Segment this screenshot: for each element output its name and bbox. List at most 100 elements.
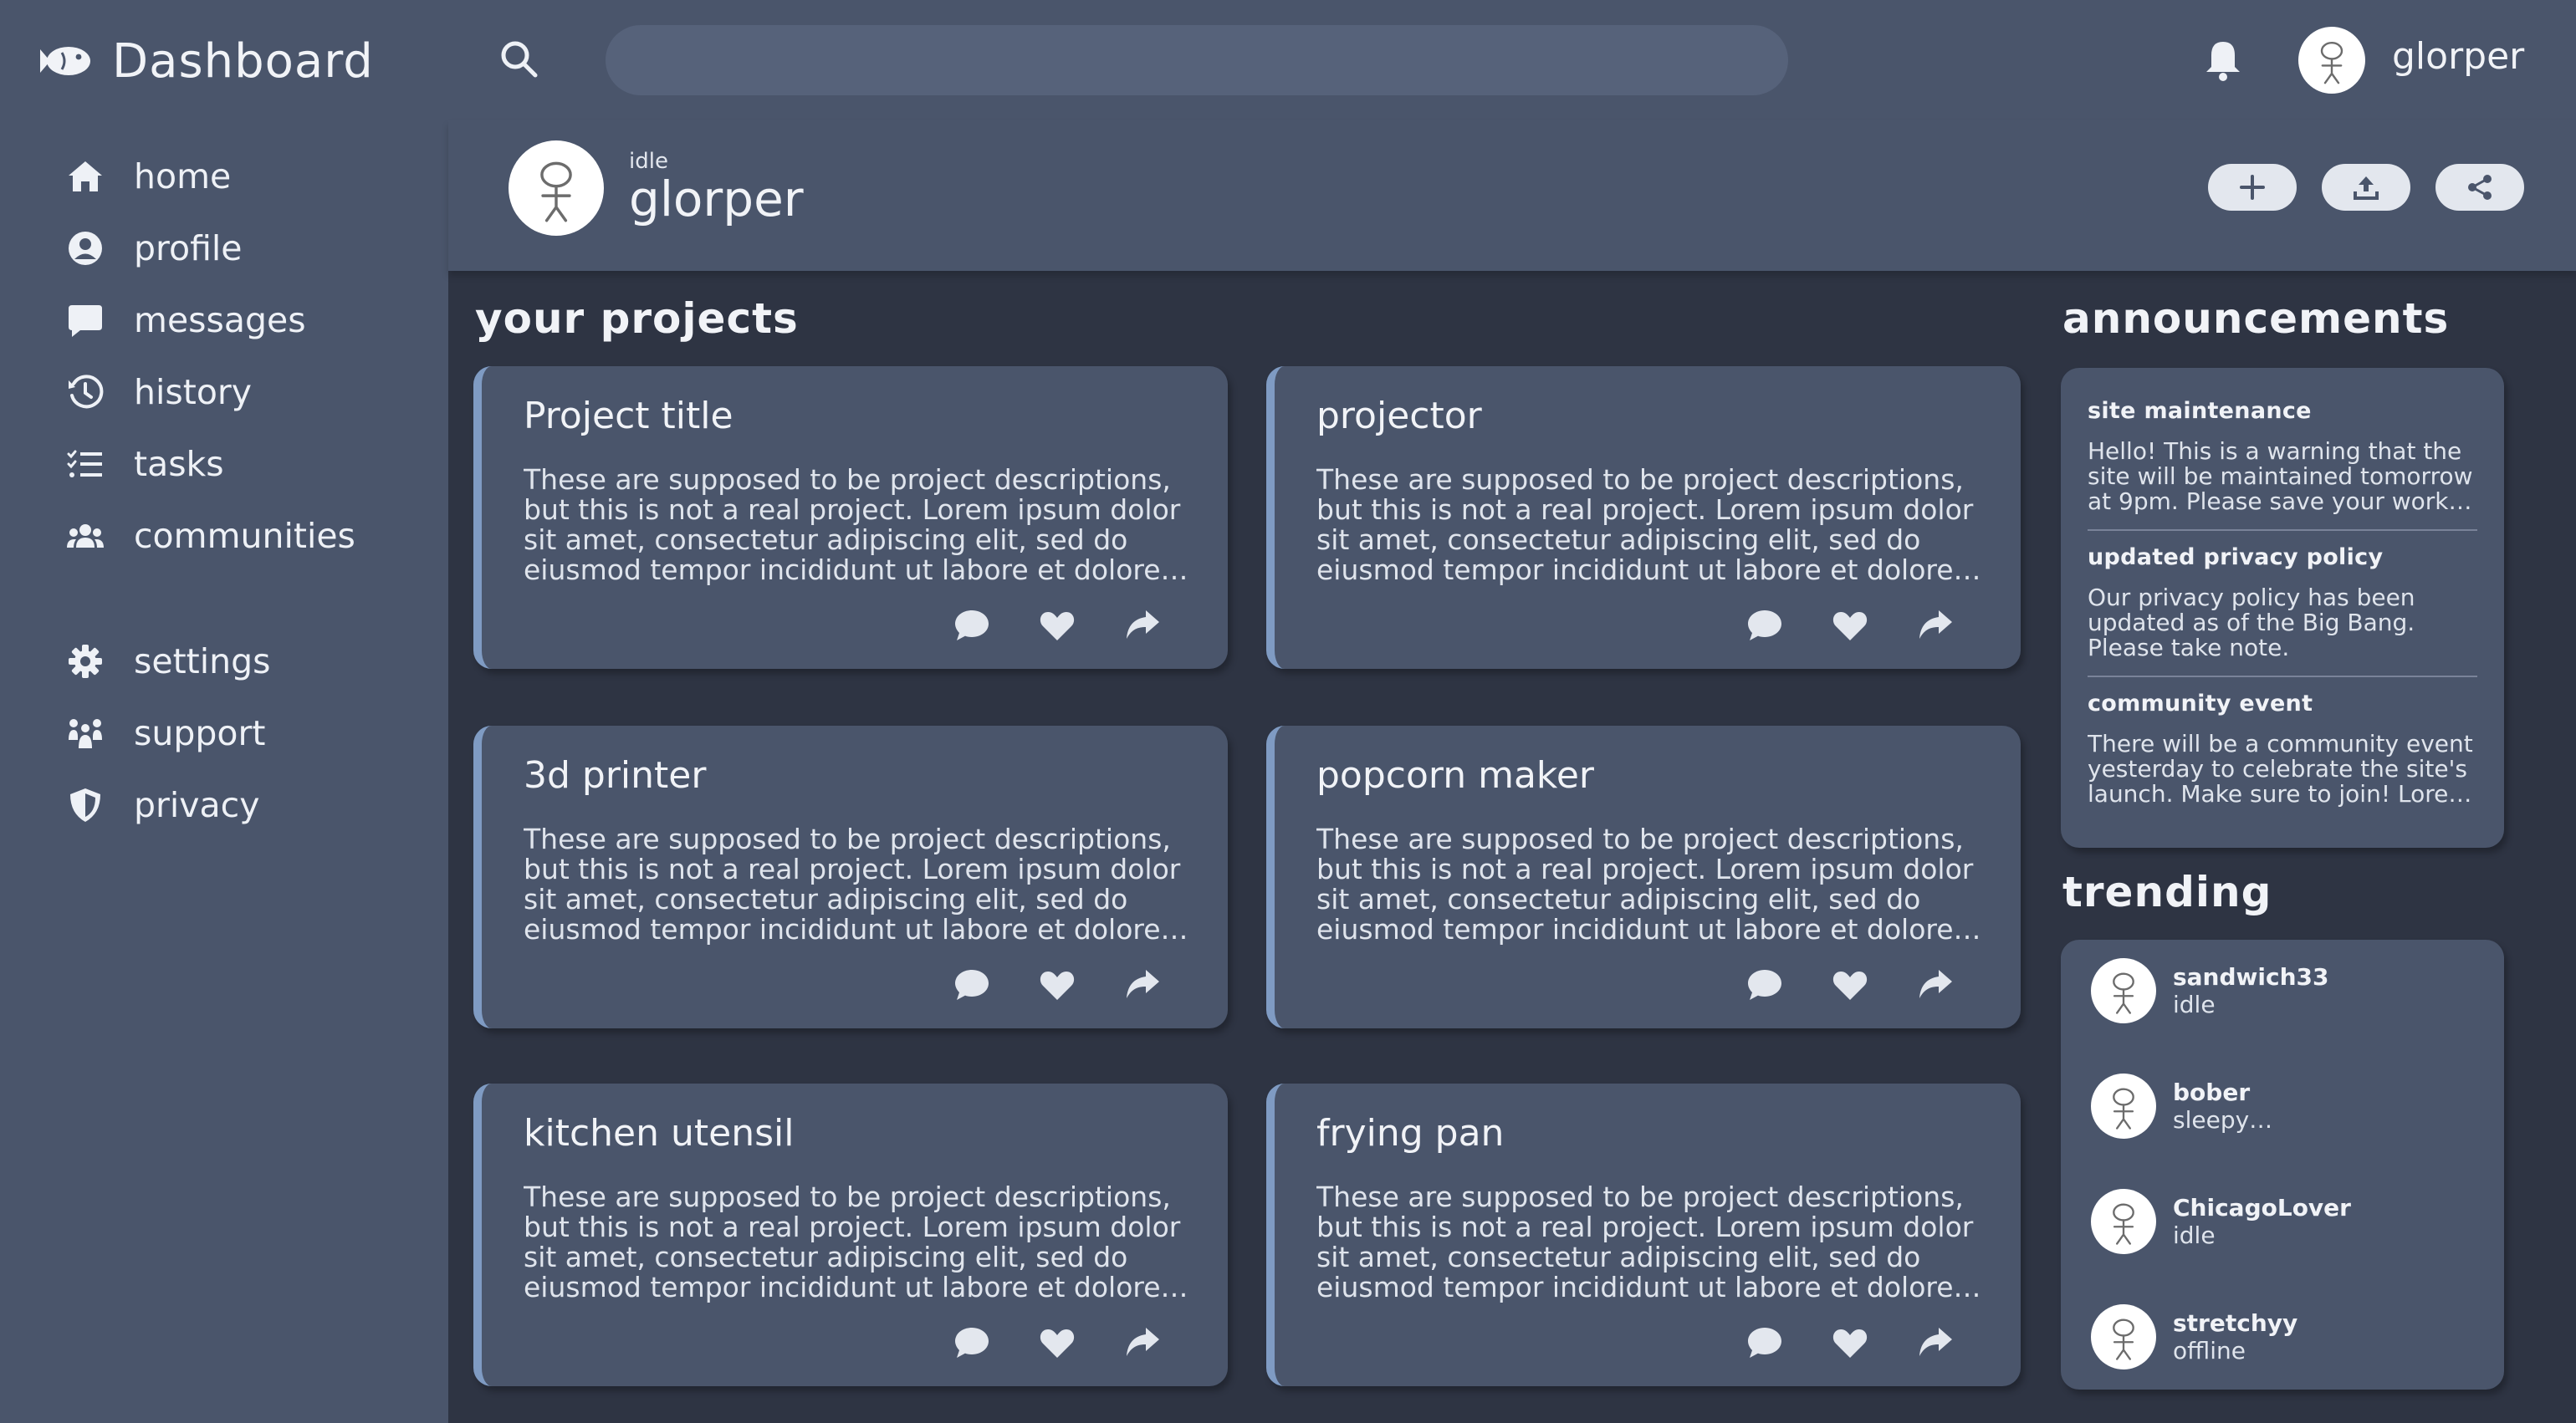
project-description: These are supposed to be project descrip… <box>1316 1182 1981 1303</box>
heart-icon[interactable] <box>1039 607 1076 644</box>
avatar <box>2091 1074 2156 1139</box>
project-card[interactable]: 3d printer These are supposed to be proje… <box>473 726 1228 1028</box>
announcement-item[interactable]: site maintenance Hello! This is a warnin… <box>2061 398 2504 514</box>
history-icon <box>60 367 110 417</box>
search-input[interactable] <box>606 25 1788 95</box>
project-description: These are supposed to be project descrip… <box>524 824 1188 945</box>
gear-icon <box>60 636 110 686</box>
trending-user[interactable]: ChicagoLover idle <box>2091 1189 2351 1254</box>
announcements-panel: site maintenance Hello! This is a warnin… <box>2061 368 2504 848</box>
heart-icon[interactable] <box>1039 967 1076 1003</box>
sidebar-item-label: privacy <box>134 785 260 825</box>
sidebar-item-communities[interactable]: communities <box>60 500 428 572</box>
top-bar: glorper <box>448 0 2576 120</box>
share-arrow-icon[interactable] <box>1124 967 1161 1003</box>
sidebar-item-label: home <box>134 156 232 196</box>
avatar <box>2091 1189 2156 1254</box>
trending-user-name: ChicagoLover <box>2173 1194 2351 1222</box>
share-arrow-icon[interactable] <box>1917 967 1954 1003</box>
project-title: projector <box>1316 395 1482 437</box>
avatar <box>2091 1304 2156 1369</box>
project-card[interactable]: projector These are supposed to be projec… <box>1266 366 2021 669</box>
sidebar-item-tasks[interactable]: tasks <box>60 428 428 500</box>
upload-button[interactable] <box>2322 164 2410 211</box>
comment-icon[interactable] <box>1746 607 1783 644</box>
sidebar-item-support[interactable]: support <box>60 697 428 769</box>
heart-icon[interactable] <box>1039 1324 1076 1361</box>
profile-avatar <box>509 140 604 236</box>
brand[interactable]: Dashboard <box>37 30 374 92</box>
sidebar-item-messages[interactable]: messages <box>60 284 428 356</box>
share-arrow-icon[interactable] <box>1917 607 1954 644</box>
add-button[interactable] <box>2208 164 2297 211</box>
profile-header: idle glorper <box>448 120 2576 271</box>
sidebar-item-profile[interactable]: profile <box>60 212 428 284</box>
announcement-item[interactable]: community event There will be a communit… <box>2061 691 2504 807</box>
trending-user-status: idle <box>2173 1222 2216 1249</box>
share-arrow-icon[interactable] <box>1124 607 1161 644</box>
avatar[interactable] <box>2298 27 2365 94</box>
username[interactable]: glorper <box>2392 35 2524 78</box>
trending-user[interactable]: stretchyy offline <box>2091 1304 2297 1369</box>
sidebar-item-label: history <box>134 372 253 412</box>
divider <box>2088 529 2477 531</box>
upload-icon <box>2352 173 2380 201</box>
announcement-title: site maintenance <box>2088 398 2312 424</box>
share-arrow-icon[interactable] <box>1124 1324 1161 1361</box>
comment-icon[interactable] <box>953 967 990 1003</box>
project-actions <box>953 607 1161 644</box>
fish-icon <box>37 41 92 81</box>
project-card[interactable]: kitchen utensil These are supposed to be … <box>473 1084 1228 1386</box>
divider <box>2088 676 2477 677</box>
comment-icon[interactable] <box>1746 967 1783 1003</box>
sidebar-nav: home profile messages history tasks comm… <box>60 140 428 841</box>
avatar <box>2091 958 2156 1023</box>
project-card[interactable]: popcorn maker These are supposed to be pr… <box>1266 726 2021 1028</box>
trending-user[interactable]: bober sleepy… <box>2091 1074 2272 1139</box>
comment-icon[interactable] <box>953 1324 990 1361</box>
project-card[interactable]: frying pan These are supposed to be proje… <box>1266 1084 2021 1386</box>
project-title: Project title <box>524 395 733 437</box>
profile-name: glorper <box>629 171 804 227</box>
bell-icon[interactable] <box>2203 38 2243 82</box>
announcements-heading: announcements <box>2062 294 2450 343</box>
search-icon[interactable] <box>498 38 539 79</box>
announcement-body: There will be a community event yesterda… <box>2088 732 2473 807</box>
support-icon <box>60 708 110 758</box>
heart-icon[interactable] <box>1832 607 1868 644</box>
heart-icon[interactable] <box>1832 1324 1868 1361</box>
sidebar-item-label: profile <box>134 228 243 268</box>
user-circle-icon <box>60 223 110 273</box>
announcement-title: community event <box>2088 691 2313 717</box>
sidebar-item-home[interactable]: home <box>60 140 428 212</box>
trending-user-status: idle <box>2173 991 2216 1018</box>
share-arrow-icon[interactable] <box>1917 1324 1954 1361</box>
projects-heading: your projects <box>475 294 799 343</box>
project-card[interactable]: Project title These are supposed to be pr… <box>473 366 1228 669</box>
comment-icon[interactable] <box>953 607 990 644</box>
sidebar: Dashboard home profile messages history <box>0 0 448 1423</box>
trending-user-name: stretchyy <box>2173 1309 2298 1337</box>
sidebar-item-label: support <box>134 713 266 753</box>
announcement-title: updated privacy policy <box>2088 544 2384 570</box>
sidebar-item-history[interactable]: history <box>60 356 428 428</box>
trending-user-name: bober <box>2173 1079 2251 1106</box>
sidebar-item-settings[interactable]: settings <box>60 625 428 697</box>
announcement-item[interactable]: updated privacy policy Our privacy polic… <box>2061 544 2504 660</box>
sidebar-item-privacy[interactable]: privacy <box>60 769 428 841</box>
announcement-body: Hello! This is a warning that the site w… <box>2088 439 2473 514</box>
trending-user-name: sandwich33 <box>2173 963 2329 991</box>
project-actions <box>953 1324 1161 1361</box>
sidebar-item-label: settings <box>134 641 271 681</box>
trending-user[interactable]: sandwich33 idle <box>2091 958 2329 1023</box>
shield-icon <box>60 780 110 830</box>
comment-icon[interactable] <box>1746 1324 1783 1361</box>
project-title: 3d printer <box>524 754 707 797</box>
brand-title: Dashboard <box>112 33 374 89</box>
project-description: These are supposed to be project descrip… <box>524 465 1188 585</box>
sidebar-item-label: communities <box>134 516 355 556</box>
project-title: kitchen utensil <box>524 1112 795 1155</box>
heart-icon[interactable] <box>1832 967 1868 1003</box>
share-button[interactable] <box>2435 164 2524 211</box>
